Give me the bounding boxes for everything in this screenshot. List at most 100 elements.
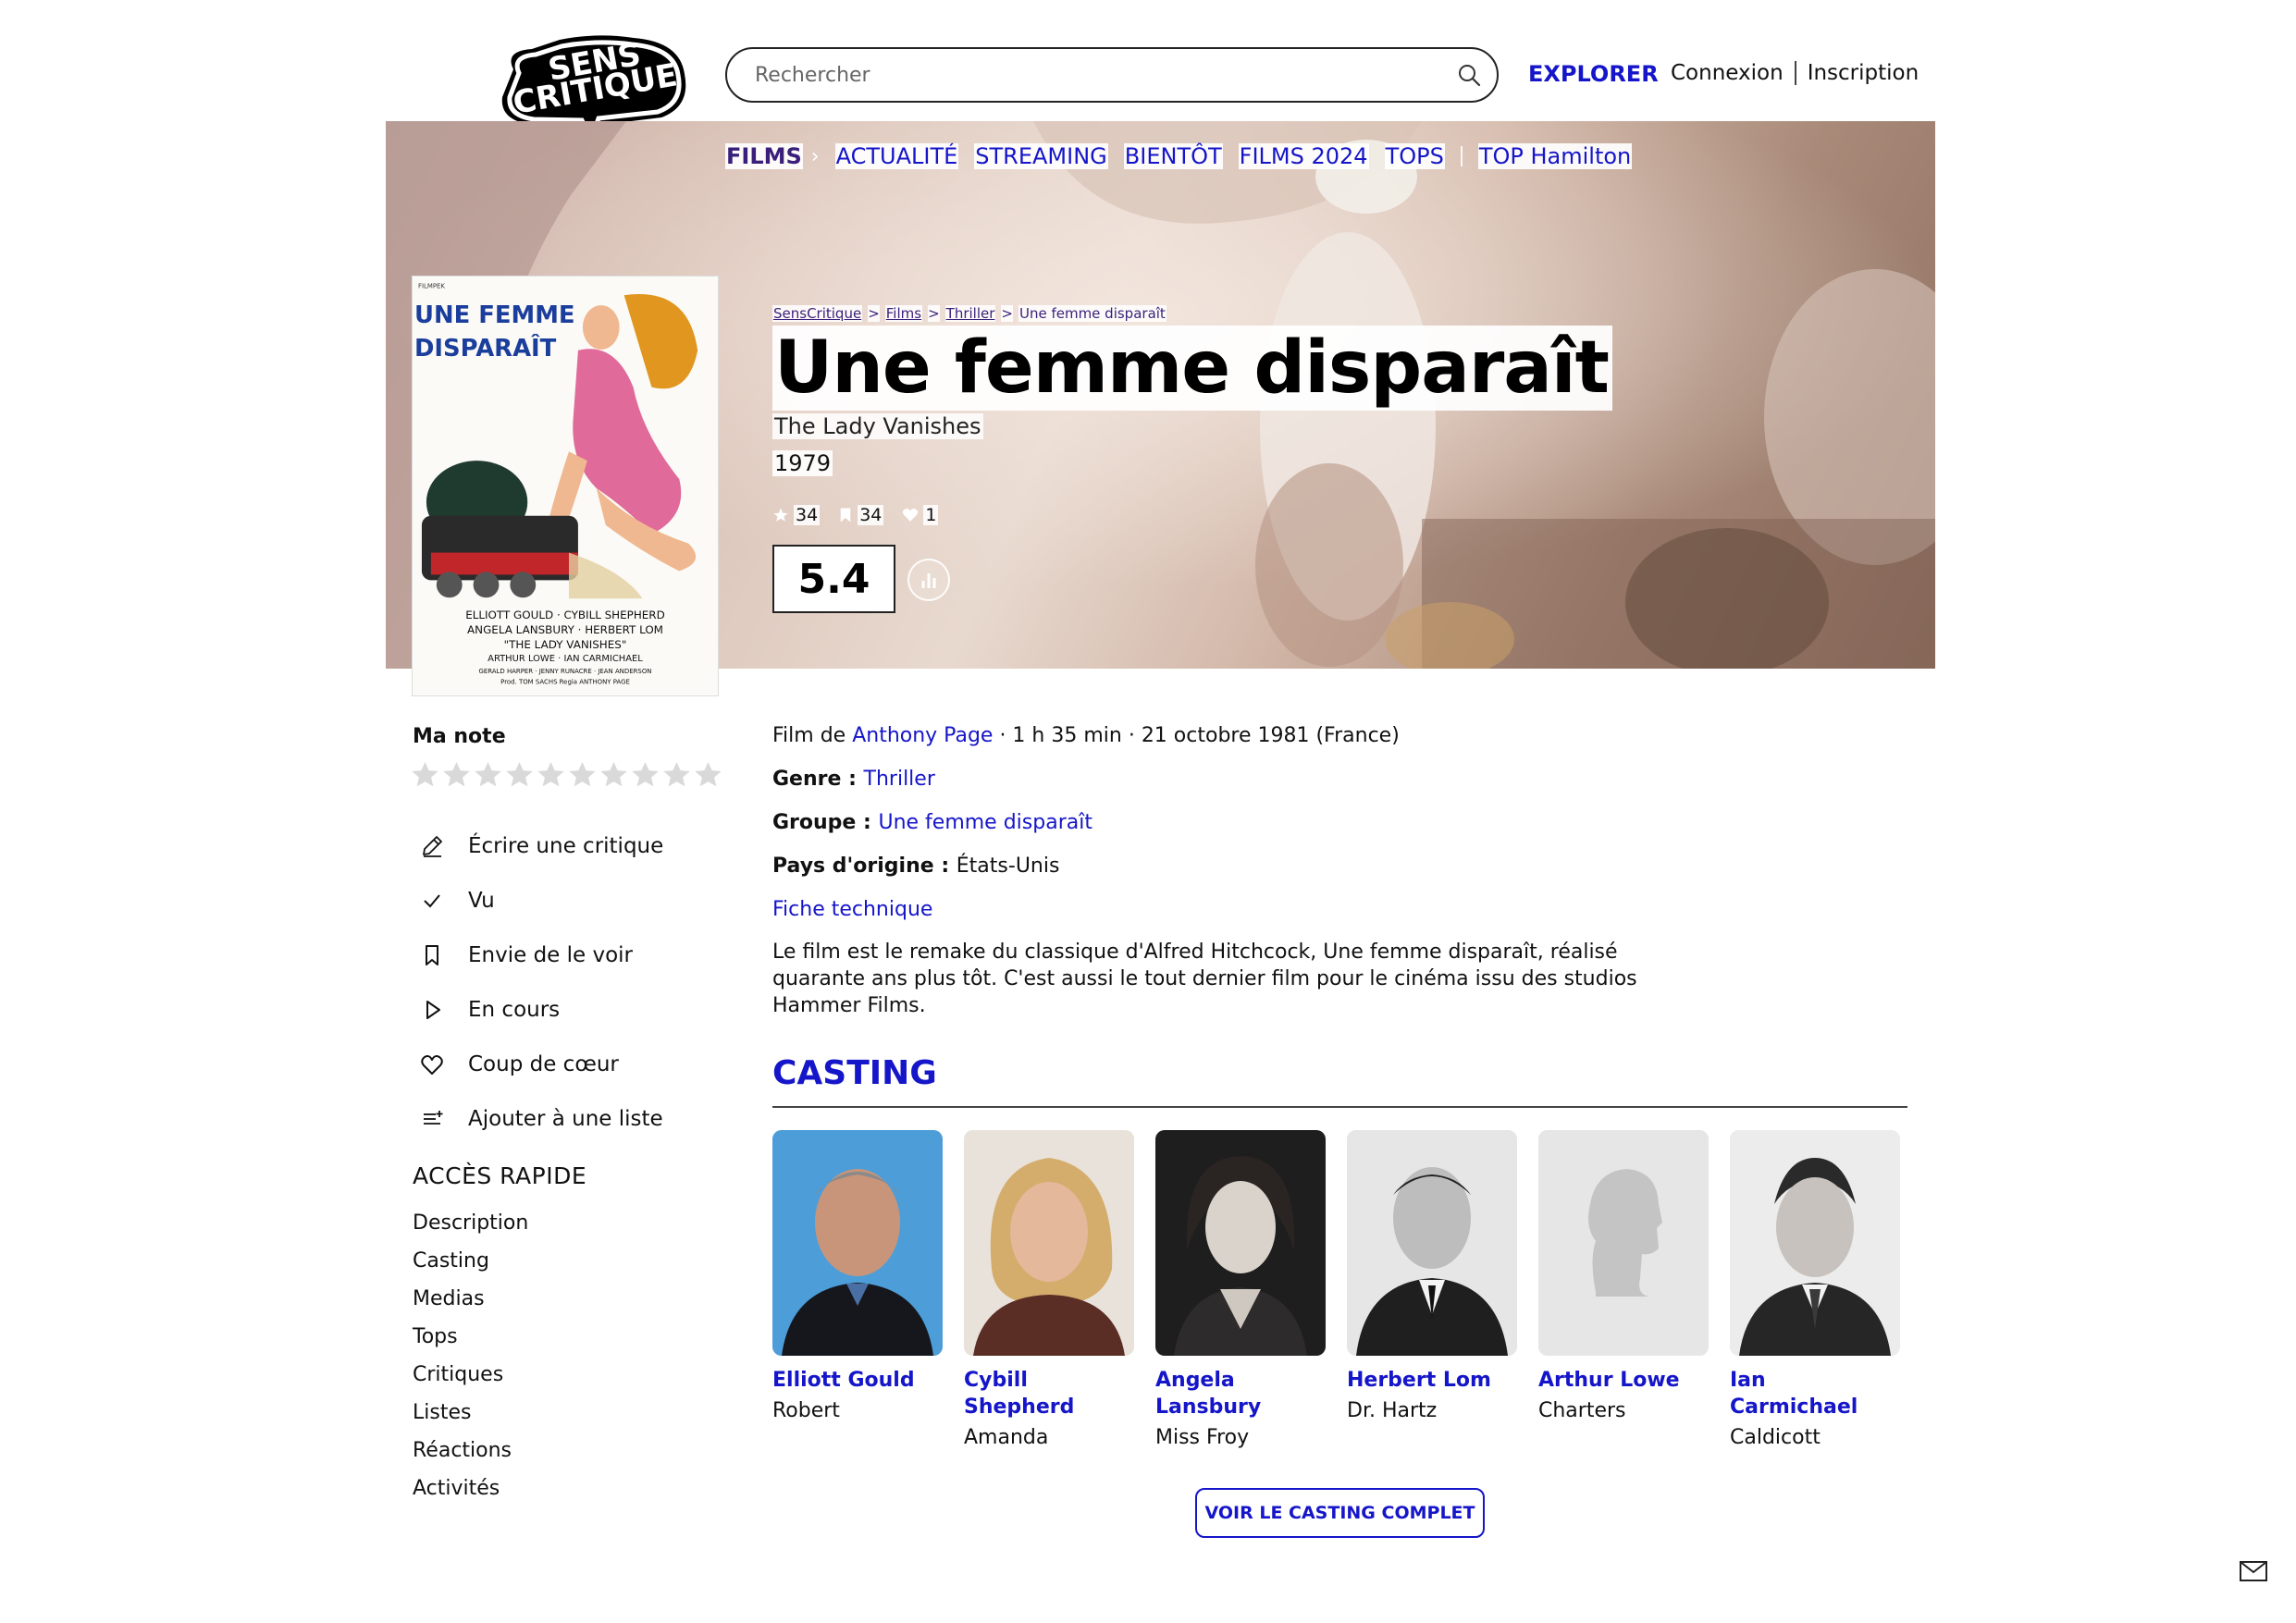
subnav-films-2024[interactable]: FILMS 2024 bbox=[1238, 143, 1369, 169]
quick-link-listes[interactable]: Listes bbox=[413, 1394, 528, 1432]
check-icon bbox=[424, 893, 440, 907]
signup-link[interactable]: Inscription bbox=[1808, 61, 1920, 85]
film-poster[interactable]: FILMPEK UNE FEMME DISPARAÎT ELLIOTT GOUL… bbox=[412, 276, 719, 696]
country-row: Pays d'origine : États-Unis bbox=[772, 852, 1660, 895]
explorer-link[interactable]: EXPLORER bbox=[1528, 61, 1659, 87]
search-bar[interactable] bbox=[725, 47, 1499, 103]
average-score: 5.4 bbox=[772, 545, 895, 613]
actor-photo[interactable] bbox=[964, 1130, 1134, 1356]
genre-label: Genre : bbox=[772, 768, 864, 791]
actor-name[interactable]: Ian Carmichael bbox=[1730, 1367, 1900, 1420]
full-cast-button[interactable]: VOIR LE CASTING COMPLET bbox=[1195, 1488, 1485, 1538]
quick-link-critiques[interactable]: Critiques bbox=[413, 1356, 528, 1394]
breadcrumb-thriller[interactable]: Thriller bbox=[944, 305, 996, 322]
tech-sheet-link[interactable]: Fiche technique bbox=[772, 898, 932, 921]
quick-link-description[interactable]: Description bbox=[413, 1204, 528, 1242]
play-icon bbox=[426, 1000, 440, 1019]
cast-member[interactable]: Cybill Shepherd Amanda bbox=[964, 1130, 1134, 1449]
list-add-icon bbox=[424, 1110, 443, 1125]
rating-star-icon[interactable] bbox=[662, 760, 691, 789]
genre-link[interactable]: Thriller bbox=[864, 768, 935, 791]
in-progress-button[interactable]: En cours bbox=[413, 982, 709, 1037]
group-link[interactable]: Une femme disparaît bbox=[878, 811, 1092, 834]
cast-member[interactable]: Angela Lansbury Miss Froy bbox=[1155, 1130, 1326, 1449]
rating-star-icon[interactable] bbox=[411, 760, 439, 789]
actor-name[interactable]: Angela Lansbury bbox=[1155, 1367, 1326, 1420]
quick-link-activites[interactable]: Activités bbox=[413, 1469, 528, 1507]
breadcrumb-films[interactable]: Films bbox=[884, 305, 923, 322]
ratings-count-value: 34 bbox=[794, 505, 821, 525]
character-name: Dr. Hartz bbox=[1347, 1399, 1438, 1422]
ratings-count: 34 bbox=[772, 505, 821, 525]
favorite-button[interactable]: Coup de cœur bbox=[413, 1037, 709, 1091]
film-info: Film de Anthony Page · 1 h 35 min · 21 o… bbox=[772, 721, 1660, 939]
breadcrumb-separator: > bbox=[928, 305, 940, 322]
wishlist-button[interactable]: Envie de le voir bbox=[413, 928, 709, 982]
mark-seen-button[interactable]: Vu bbox=[413, 873, 709, 928]
poster-credit-3: "THE LADY VANISHES" bbox=[504, 638, 627, 651]
quick-access-list: Description Casting Medias Tops Critique… bbox=[413, 1204, 528, 1507]
original-title: The Lady Vanishes bbox=[772, 413, 983, 439]
score-distribution-button[interactable] bbox=[907, 559, 950, 601]
quick-link-tops[interactable]: Tops bbox=[413, 1318, 528, 1356]
actor-photo[interactable] bbox=[1155, 1130, 1326, 1356]
quick-link-reactions[interactable]: Réactions bbox=[413, 1432, 528, 1469]
subnav-bientot[interactable]: BIENTÔT bbox=[1123, 143, 1223, 169]
search-input[interactable] bbox=[755, 49, 1439, 101]
poster-title-line-2: DISPARAÎT bbox=[414, 333, 557, 363]
breadcrumb-senscritique[interactable]: SensCritique bbox=[772, 305, 863, 322]
bookmark-icon bbox=[840, 508, 851, 523]
quick-access-title: ACCÈS RAPIDE bbox=[413, 1162, 587, 1189]
actor-photo[interactable] bbox=[772, 1130, 943, 1356]
rating-star-icon[interactable] bbox=[474, 760, 502, 789]
quick-link-casting[interactable]: Casting bbox=[413, 1242, 528, 1280]
poster-title-line-1: UNE FEMME bbox=[414, 301, 575, 329]
subnav-films[interactable]: FILMS bbox=[725, 143, 803, 169]
mail-icon[interactable] bbox=[2240, 1561, 2267, 1581]
login-link[interactable]: Connexion bbox=[1671, 61, 1784, 85]
cast-member[interactable]: Ian Carmichael Caldicott bbox=[1730, 1130, 1900, 1449]
director-link[interactable]: Anthony Page bbox=[852, 724, 993, 747]
search-icon[interactable] bbox=[1456, 62, 1482, 88]
star-icon bbox=[773, 508, 788, 522]
actor-placeholder-photo[interactable] bbox=[1538, 1130, 1709, 1356]
auth-divider bbox=[1794, 61, 1796, 85]
film-description: Le film est le remake du classique d'Alf… bbox=[772, 941, 1637, 1017]
rating-star-icon[interactable] bbox=[442, 760, 471, 789]
rating-star-icon[interactable] bbox=[568, 760, 597, 789]
actor-name[interactable]: Herbert Lom bbox=[1347, 1367, 1517, 1394]
actor-name[interactable]: Cybill Shepherd bbox=[964, 1367, 1134, 1420]
breadcrumb-separator: > bbox=[1001, 305, 1013, 322]
casting-divider bbox=[772, 1106, 1907, 1108]
character-name: Robert bbox=[772, 1399, 840, 1422]
rating-star-icon[interactable] bbox=[599, 760, 628, 789]
quick-link-medias[interactable]: Medias bbox=[413, 1280, 528, 1318]
cast-member[interactable]: Arthur Lowe Charters bbox=[1538, 1130, 1709, 1449]
actor-photo[interactable] bbox=[1347, 1130, 1517, 1356]
my-rating-stars[interactable] bbox=[411, 760, 722, 789]
write-review-button[interactable]: Écrire une critique bbox=[413, 818, 709, 873]
group-label: Groupe : bbox=[772, 811, 879, 834]
character-name: Amanda bbox=[964, 1426, 1049, 1449]
cast-member[interactable]: Herbert Lom Dr. Hartz bbox=[1347, 1130, 1517, 1449]
actor-photo[interactable] bbox=[1730, 1130, 1900, 1356]
subnav-actualite[interactable]: ACTUALITÉ bbox=[834, 143, 959, 169]
film-actions: Écrire une critique Vu Envie de le voir … bbox=[413, 818, 709, 1146]
rating-star-icon[interactable] bbox=[694, 760, 722, 789]
wishlist-count-value: 34 bbox=[858, 505, 884, 525]
rating-star-icon[interactable] bbox=[631, 760, 660, 789]
subnav-top-hamilton[interactable]: TOP Hamilton bbox=[1477, 143, 1633, 169]
pencil-icon bbox=[423, 835, 442, 857]
rating-star-icon[interactable] bbox=[505, 760, 534, 789]
rating-star-icon[interactable] bbox=[537, 760, 565, 789]
actor-name[interactable]: Arthur Lowe bbox=[1538, 1367, 1709, 1394]
add-to-list-button[interactable]: Ajouter à une liste bbox=[413, 1091, 709, 1146]
cast-member[interactable]: Elliott Gould Robert bbox=[772, 1130, 943, 1449]
actor-name[interactable]: Elliott Gould bbox=[772, 1367, 943, 1394]
subnav-tops[interactable]: TOPS bbox=[1384, 143, 1445, 169]
subnav-streaming[interactable]: STREAMING bbox=[974, 143, 1108, 169]
wishlist-count: 34 bbox=[838, 505, 884, 525]
film-by-label: Film de bbox=[772, 724, 853, 747]
poster-credit-6: Prod. TOM SACHS Regia ANTHONY PAGE bbox=[500, 679, 630, 686]
poster-brand: FILMPEK bbox=[418, 282, 445, 289]
